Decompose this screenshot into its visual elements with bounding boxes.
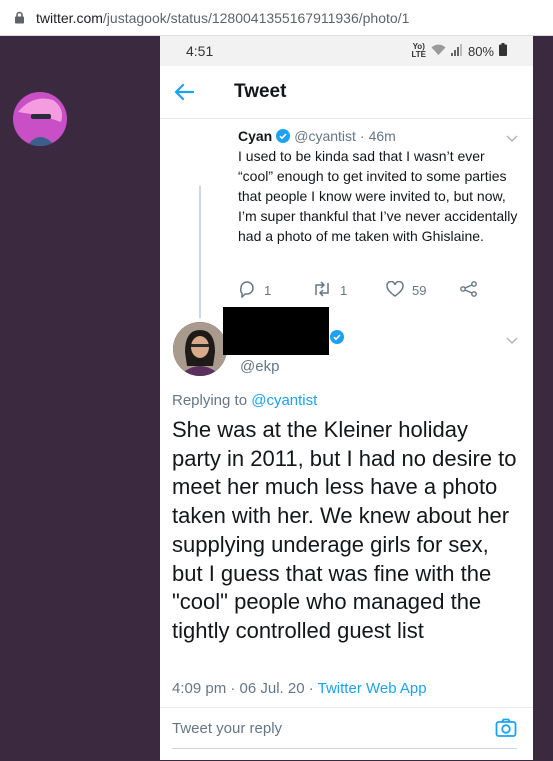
battery-level: 80%: [467, 43, 494, 59]
author-handle[interactable]: @ekp: [240, 358, 279, 375]
verified-badge-icon: [330, 330, 344, 349]
url-text[interactable]: twitter.com/justagook/status/12800413551…: [36, 10, 409, 26]
lock-icon: [12, 11, 26, 25]
retweet-action[interactable]: 1: [312, 280, 386, 301]
status-time: 4:51: [186, 43, 214, 59]
heart-icon: [386, 280, 404, 300]
tweet-1-header: Cyan @cyantist · 46m: [238, 128, 518, 144]
url-path: /justagook/status/1280041355167911936/ph…: [102, 9, 410, 26]
status-icons: Yo) LTE 80%: [411, 43, 507, 59]
tweet-1-text: I used to be kinda sad that I wasn’t eve…: [238, 148, 518, 244]
verified-badge-icon: [276, 129, 291, 143]
reply-divider: [172, 748, 517, 749]
redacted-name-block: [223, 307, 329, 355]
separator: ·: [359, 128, 365, 144]
reply-input[interactable]: Tweet your reply: [172, 720, 282, 737]
page-title: Tweet: [234, 81, 287, 102]
tweet-source[interactable]: Twitter Web App: [318, 680, 427, 697]
retweet-count: 1: [340, 283, 348, 298]
network-type-icon: Yo) LTE: [411, 43, 426, 59]
browser-url-bar[interactable]: twitter.com/justagook/status/12800413551…: [0, 0, 553, 36]
reply-action[interactable]: 1: [238, 280, 312, 301]
camera-icon[interactable]: [495, 718, 517, 743]
url-host: twitter.com: [36, 9, 103, 26]
reply-count: 1: [264, 283, 272, 298]
status-bar: 4:51 Yo) LTE 80%: [160, 36, 533, 66]
back-arrow-icon[interactable]: [174, 83, 214, 101]
tweet-header: Tweet: [160, 66, 533, 119]
signal-icon: [450, 43, 463, 59]
tweet-2-meta: 4:09 pm · 06 Jul. 20 · Twitter Web App: [172, 680, 427, 697]
wifi-icon: [431, 44, 446, 59]
avatar-ekp[interactable]: [173, 322, 227, 376]
reply-icon: [238, 280, 256, 301]
retweet-icon: [312, 281, 332, 300]
battery-icon: [499, 43, 507, 59]
chevron-down-icon[interactable]: [506, 332, 518, 350]
replying-prefix: Replying to: [172, 392, 248, 409]
share-action[interactable]: [460, 280, 534, 301]
like-count: 59: [412, 283, 427, 298]
tweet-time[interactable]: 46m: [369, 128, 396, 144]
author-handle[interactable]: @cyantist: [294, 128, 356, 144]
tweet-2-text: She was at the Kleiner holiday party in …: [172, 417, 517, 643]
tweet-1-actions: 1 1 59: [238, 280, 534, 301]
tweet-timestamp[interactable]: 4:09 pm · 06 Jul. 20 ·: [172, 680, 318, 697]
author-name[interactable]: Cyan: [238, 128, 272, 144]
thread-line: [199, 186, 201, 318]
tweet-1[interactable]: Cyan @cyantist · 46m I used to be kinda …: [238, 128, 518, 246]
share-icon: [460, 281, 478, 300]
avatar-cyan[interactable]: [13, 92, 67, 146]
network-type-bottom: LTE: [411, 50, 426, 59]
replying-to-handle[interactable]: @cyantist: [251, 392, 317, 409]
reply-bar: Tweet your reply: [160, 707, 533, 761]
replying-to: Replying to @cyantist: [172, 392, 317, 409]
chevron-down-icon[interactable]: [506, 130, 537, 148]
like-action[interactable]: 59: [386, 280, 460, 301]
